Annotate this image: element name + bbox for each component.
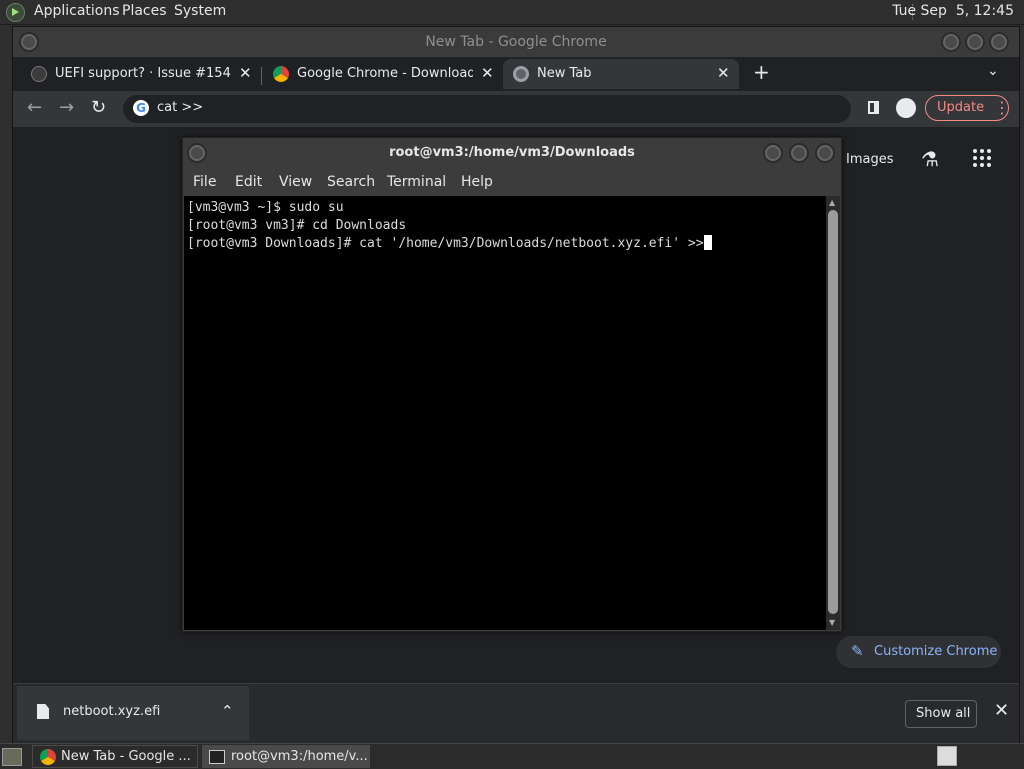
forward-icon[interactable]: → (59, 97, 74, 118)
chevron-up-icon[interactable]: ⌃ (221, 702, 234, 720)
task-terminal[interactable]: root@vm3:/home/v... (202, 745, 370, 768)
chrome-window-title: New Tab - Google Chrome (425, 34, 607, 50)
menu-applications[interactable]: Applications (34, 3, 120, 19)
terminal-titlebar[interactable]: root@vm3:/home/vm3/Downloads (183, 138, 841, 168)
menu-edit[interactable]: Edit (235, 174, 262, 190)
github-icon (31, 66, 47, 82)
terminal-text: [vm3@vm3 ~]$ sudo su [root@vm3 vm3]# cd D… (187, 199, 712, 253)
update-label: Update (937, 100, 985, 115)
tab-label: Google Chrome - Download th (297, 66, 473, 81)
bottom-taskbar: New Tab - Google ... root@vm3:/home/v... (0, 743, 1024, 769)
tab-close-icon[interactable]: ✕ (481, 64, 494, 82)
chrome-icon (513, 66, 529, 82)
tab-close-icon[interactable]: ✕ (717, 64, 730, 82)
tab-search-chevron-icon[interactable]: ⌄ (987, 63, 999, 79)
new-tab-button[interactable]: + (753, 60, 770, 84)
close-icon[interactable] (989, 32, 1009, 52)
menu-places[interactable]: Places (122, 3, 167, 19)
google-icon: G (133, 100, 149, 116)
maximize-icon[interactable] (965, 32, 985, 52)
show-all-label: Show all (916, 706, 971, 721)
file-icon (37, 704, 49, 719)
tab-close-icon[interactable]: ✕ (239, 64, 252, 82)
chrome-icon (273, 66, 289, 82)
scrollbar-thumb[interactable] (828, 210, 838, 614)
back-icon[interactable]: ← (27, 97, 42, 118)
terminal-scrollbar[interactable]: ▲ ▼ (826, 196, 840, 630)
terminal-window-title: root@vm3:/home/vm3/Downloads (389, 145, 635, 160)
tab-new-tab[interactable]: New Tab ✕ (503, 59, 739, 89)
menu-file[interactable]: File (193, 174, 216, 190)
terminal-line-current: [root@vm3 Downloads]# cat '/home/vm3/Dow… (187, 235, 712, 253)
pencil-icon: ✎ (851, 642, 864, 660)
task-label: root@vm3:/home/v... (231, 749, 368, 764)
terminal-line: [vm3@vm3 ~]$ sudo su (187, 200, 344, 215)
menu-terminal[interactable]: Terminal (387, 174, 446, 190)
tab-divider (261, 67, 262, 85)
profile-avatar-icon[interactable] (896, 98, 916, 118)
omnibox[interactable]: G cat >> (123, 95, 851, 123)
tab-chrome-download[interactable]: Google Chrome - Download th ✕ (263, 59, 499, 89)
menu-search[interactable]: Search (327, 174, 375, 190)
terminal-line: [root@vm3 vm3]# cd Downloads (187, 218, 407, 233)
workspace-switcher[interactable] (937, 746, 957, 766)
tab-strip: UEFI support? · Issue #154 · ne ✕ Google… (13, 57, 1019, 91)
task-label: New Tab - Google ... (61, 749, 191, 764)
close-icon[interactable] (815, 143, 835, 163)
google-apps-icon[interactable] (973, 149, 993, 169)
tab-github-issue[interactable]: UEFI support? · Issue #154 · ne ✕ (21, 59, 257, 89)
task-chrome[interactable]: New Tab - Google ... (32, 745, 198, 768)
chrome-titlebar[interactable]: New Tab - Google Chrome (13, 27, 1019, 57)
more-menu-icon[interactable]: ⋮ (994, 98, 1010, 117)
text-cursor (703, 235, 712, 250)
top-panel: Applications Places System Tue Sep 5, 12… (0, 0, 1024, 25)
chrome-icon (40, 749, 56, 765)
scroll-down-icon[interactable]: ▼ (829, 618, 835, 627)
menu-system[interactable]: System (174, 3, 226, 19)
update-button[interactable]: Update ⋮ (925, 95, 1010, 121)
download-item[interactable]: netboot.xyz.efi ⌃ (17, 686, 249, 740)
close-download-shelf-icon[interactable]: ✕ (994, 700, 1009, 721)
terminal-menubar: File Edit View Search Terminal Help (183, 168, 841, 196)
reload-icon[interactable]: ↻ (91, 97, 106, 118)
labs-flask-icon[interactable]: ⚗ (921, 147, 947, 173)
show-desktop-icon[interactable] (2, 748, 22, 766)
terminal-window: root@vm3:/home/vm3/Downloads File Edit V… (182, 137, 842, 632)
terminal-output[interactable]: [vm3@vm3 ~]$ sudo su [root@vm3 vm3]# cd D… (184, 196, 826, 630)
gnome-foot-icon[interactable] (6, 3, 25, 22)
show-all-button[interactable]: Show all (905, 700, 977, 728)
menu-help[interactable]: Help (461, 174, 493, 190)
side-panel-icon[interactable] (868, 101, 879, 114)
download-shelf: netboot.xyz.efi ⌃ Show all ✕ (13, 683, 1019, 744)
clock[interactable]: Tue Sep 5, 12:45 (892, 3, 1014, 19)
maximize-icon[interactable] (789, 143, 809, 163)
terminal-line-text: [root@vm3 Downloads]# cat '/home/vm3/Dow… (187, 236, 704, 251)
tab-label: UEFI support? · Issue #154 · ne (55, 66, 231, 81)
minimize-icon[interactable] (763, 143, 783, 163)
terminal-icon (209, 750, 225, 764)
chrome-toolbar: ← → ↻ G cat >> Update ⋮ (13, 91, 1019, 127)
omnibox-input[interactable]: cat >> (157, 100, 203, 115)
minimize-icon[interactable] (941, 32, 961, 52)
customize-label: Customize Chrome (874, 644, 998, 659)
customize-chrome-button[interactable]: ✎ Customize Chrome (836, 636, 1001, 668)
scroll-up-icon[interactable]: ▲ (829, 198, 835, 207)
menu-view[interactable]: View (279, 174, 312, 190)
images-link[interactable]: Images (846, 152, 894, 167)
tab-label: New Tab (537, 66, 592, 81)
download-filename: netboot.xyz.efi (63, 704, 161, 719)
